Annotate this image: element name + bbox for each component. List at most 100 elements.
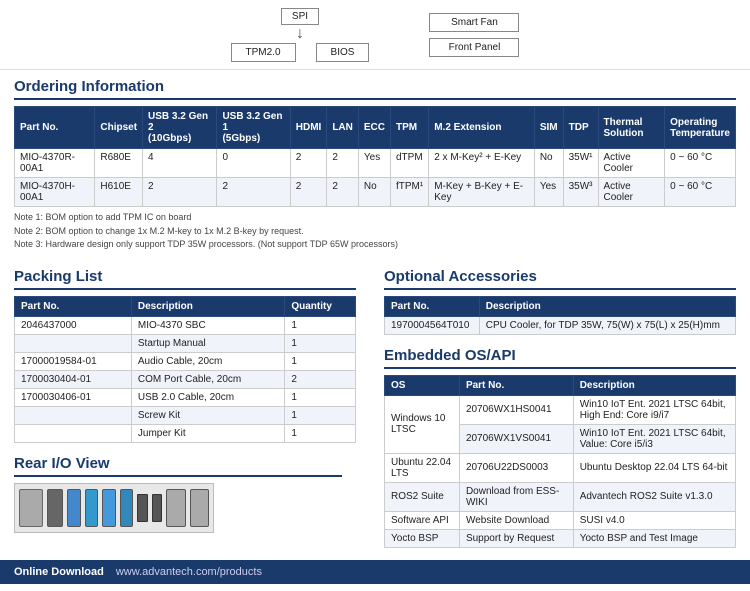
optional-col-desc: Description xyxy=(479,296,735,316)
os-cell-os-0: Windows 10 LTSC xyxy=(385,395,460,453)
os-cell-part-2-0: Download from ESS-WIKI xyxy=(459,482,573,511)
ordering-section: Ordering Information Part No. Chipset US… xyxy=(0,70,750,260)
os-cell-part-1-0: 20706U22DS0003 xyxy=(459,453,573,482)
ordering-cell-1-10: 35W³ xyxy=(563,178,598,207)
os-cell-part-0-1: 20706WX1VS0041 xyxy=(459,424,573,453)
os-col-os: OS xyxy=(385,375,460,395)
ordering-cell-0-6: Yes xyxy=(358,149,390,178)
packing-col-qty: Quantity xyxy=(285,296,356,316)
col-thermal: ThermalSolution xyxy=(598,107,665,149)
ordering-cell-0-10: 35W¹ xyxy=(563,149,598,178)
io-port-9 xyxy=(166,489,185,527)
right-panel-boxes: Smart Fan Front Panel xyxy=(429,13,519,57)
col-usb32g2: USB 3.2 Gen 2(10Gbps) xyxy=(143,107,217,149)
ordering-cell-0-2: 4 xyxy=(143,149,217,178)
footer-url: www.advantech.com/products xyxy=(116,566,262,578)
optional-row-0: 1970004564T010CPU Cooler, for TDP 35W, 7… xyxy=(385,316,736,334)
os-row-2-0: ROS2 SuiteDownload from ESS-WIKIAdvantec… xyxy=(385,482,736,511)
ordering-cell-1-11: Active Cooler xyxy=(598,178,665,207)
optional-cell-0-1: CPU Cooler, for TDP 35W, 75(W) x 75(L) x… xyxy=(479,316,735,334)
bios-box: BIOS xyxy=(316,43,370,62)
ordering-cell-1-8: M-Key + B-Key + E-Key xyxy=(429,178,535,207)
optional-header-row: Part No. Description xyxy=(385,296,736,316)
os-cell-desc-0-0: Win10 IoT Ent. 2021 LTSC 64bit, High End… xyxy=(573,395,735,424)
packing-header-row: Part No. Description Quantity xyxy=(15,296,356,316)
ordering-cell-1-5: 2 xyxy=(327,178,359,207)
top-diagram: SPI ↓ TPM2.0 BIOS Smart Fan Front Panel xyxy=(0,0,750,70)
packing-cell-5-0 xyxy=(15,406,132,424)
ordering-cell-1-2: 2 xyxy=(143,178,217,207)
os-cell-os-1: Ubuntu 22.04 LTS xyxy=(385,453,460,482)
os-cell-desc-1-0: Ubuntu Desktop 22.04 LTS 64-bit xyxy=(573,453,735,482)
ordering-cell-1-0: MIO-4370H-00A1 xyxy=(15,178,95,207)
left-col: Packing List Part No. Description Quanti… xyxy=(0,260,370,556)
ordering-cell-1-12: 0 ~ 60 °C xyxy=(665,178,736,207)
packing-cell-5-1: Screw Kit xyxy=(131,406,284,424)
packing-row-5: Screw Kit1 xyxy=(15,406,356,424)
embedded-os-title: Embedded OS/API xyxy=(384,347,736,369)
io-port-2 xyxy=(47,489,63,527)
ordering-cell-0-11: Active Cooler xyxy=(598,149,665,178)
ordering-cell-0-0: MIO-4370R-00A1 xyxy=(15,149,95,178)
col-chipset: Chipset xyxy=(95,107,143,149)
packing-cell-3-1: COM Port Cable, 20cm xyxy=(131,370,284,388)
packing-cell-2-2: 1 xyxy=(285,352,356,370)
packing-cell-0-2: 1 xyxy=(285,316,356,334)
io-port-3 xyxy=(67,489,81,527)
rear-io-section: Rear I/O View xyxy=(14,443,356,541)
packing-cell-6-2: 1 xyxy=(285,424,356,442)
os-cell-part-0-0: 20706WX1HS0041 xyxy=(459,395,573,424)
packing-cell-4-2: 1 xyxy=(285,388,356,406)
packing-cell-6-1: Jumper Kit xyxy=(131,424,284,442)
col-ecc: ECC xyxy=(358,107,390,149)
io-port-4 xyxy=(85,489,99,527)
smart-fan-box: Smart Fan xyxy=(429,13,519,32)
ordering-title: Ordering Information xyxy=(14,78,736,100)
ordering-cell-1-7: fTPM¹ xyxy=(391,178,429,207)
packing-row-1: Startup Manual1 xyxy=(15,334,356,352)
ordering-cell-1-9: Yes xyxy=(534,178,563,207)
ordering-cell-0-9: No xyxy=(534,149,563,178)
packing-row-3: 1700030404-01COM Port Cable, 20cm2 xyxy=(15,370,356,388)
ordering-cell-1-4: 2 xyxy=(290,178,327,207)
packing-row-6: Jumper Kit1 xyxy=(15,424,356,442)
note-line: Note 2: BOM option to change 1x M.2 M-ke… xyxy=(14,225,736,239)
packing-row-0: 2046437000MIO-4370 SBC1 xyxy=(15,316,356,334)
os-cell-part-3-0: Website Download xyxy=(459,511,573,529)
note-line: Note 1: BOM option to add TPM IC on boar… xyxy=(14,211,736,225)
os-cell-os-2: ROS2 Suite xyxy=(385,482,460,511)
footer-label: Online Download xyxy=(14,566,104,578)
ordering-row-0: MIO-4370R-00A1R680E4022YesdTPM2 x M-Key²… xyxy=(15,149,736,178)
ordering-cell-0-5: 2 xyxy=(327,149,359,178)
packing-cell-4-1: USB 2.0 Cable, 20cm xyxy=(131,388,284,406)
two-col-section: Packing List Part No. Description Quanti… xyxy=(0,260,750,556)
front-panel-box: Front Panel xyxy=(429,38,519,57)
packing-cell-0-0: 2046437000 xyxy=(15,316,132,334)
os-cell-desc-2-0: Advantech ROS2 Suite v1.3.0 xyxy=(573,482,735,511)
os-header-row: OS Part No. Description xyxy=(385,375,736,395)
ordering-table: Part No. Chipset USB 3.2 Gen 2(10Gbps) U… xyxy=(14,106,736,207)
optional-title: Optional Accessories xyxy=(384,268,736,290)
os-cell-desc-0-1: Win10 IoT Ent. 2021 LTSC 64bit, Value: C… xyxy=(573,424,735,453)
optional-col-partno: Part No. xyxy=(385,296,480,316)
packing-cell-3-2: 2 xyxy=(285,370,356,388)
col-tdp: TDP xyxy=(563,107,598,149)
os-row-4-0: Yocto BSPSupport by RequestYocto BSP and… xyxy=(385,529,736,547)
os-table: OS Part No. Description Windows 10 LTSC2… xyxy=(384,375,736,548)
packing-cell-1-0 xyxy=(15,334,132,352)
optional-cell-0-0: 1970004564T010 xyxy=(385,316,480,334)
os-cell-os-4: Yocto BSP xyxy=(385,529,460,547)
os-col-desc: Description xyxy=(573,375,735,395)
os-row-0-0: Windows 10 LTSC20706WX1HS0041Win10 IoT E… xyxy=(385,395,736,424)
packing-cell-2-1: Audio Cable, 20cm xyxy=(131,352,284,370)
os-cell-desc-3-0: SUSI v4.0 xyxy=(573,511,735,529)
footer: Online Download www.advantech.com/produc… xyxy=(0,560,750,584)
ordering-cell-0-12: 0 ~ 60 °C xyxy=(665,149,736,178)
packing-col-partno: Part No. xyxy=(15,296,132,316)
io-port-10 xyxy=(190,489,209,527)
ordering-cell-0-3: 0 xyxy=(217,149,290,178)
ordering-cell-0-4: 2 xyxy=(290,149,327,178)
ordering-cell-0-1: R680E xyxy=(95,149,143,178)
col-sim: SIM xyxy=(534,107,563,149)
col-lan: LAN xyxy=(327,107,359,149)
